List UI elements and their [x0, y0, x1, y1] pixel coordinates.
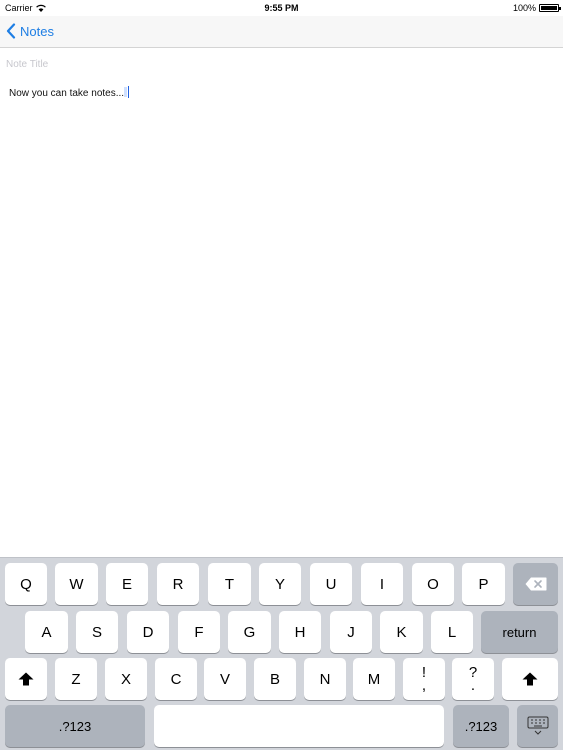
back-button[interactable]: Notes [6, 23, 54, 39]
key-l[interactable]: L [431, 611, 473, 653]
chevron-left-icon [6, 23, 16, 39]
status-bar: Carrier 9:55 PM 100% [0, 0, 563, 16]
shift-icon [522, 672, 538, 686]
key-k[interactable]: K [380, 611, 423, 653]
key-b[interactable]: B [254, 658, 296, 700]
key-h[interactable]: H [279, 611, 321, 653]
backspace-icon [525, 577, 547, 591]
key-q[interactable]: Q [5, 563, 47, 605]
note-body-textarea[interactable]: Now you can take notes.... [9, 86, 549, 99]
note-title-input[interactable] [6, 56, 546, 72]
punct-bottom-2: . [470, 677, 476, 694]
key-i[interactable]: I [361, 563, 403, 605]
key-o[interactable]: O [412, 563, 454, 605]
key-m[interactable]: M [353, 658, 395, 700]
key-g[interactable]: G [228, 611, 271, 653]
battery-percent: 100% [512, 3, 536, 13]
shift-key-right[interactable] [502, 658, 558, 700]
punct-stack-2: ? . [469, 665, 477, 694]
shift-icon [18, 672, 34, 686]
keyboard: Q W E R T Y U I O P A S D F G H J K L re… [0, 557, 563, 750]
key-f[interactable]: F [178, 611, 220, 653]
note-body-text: Now you can take notes.... [9, 88, 127, 99]
selection-highlight [123, 87, 127, 97]
key-question-period[interactable]: ? . [452, 658, 494, 700]
key-p[interactable]: P [462, 563, 505, 605]
key-v[interactable]: V [204, 658, 246, 700]
punct-stack-1: ! , [421, 665, 427, 694]
numbers-key-right[interactable]: .?123 [453, 705, 509, 747]
back-button-label: Notes [20, 23, 54, 39]
status-right: 100% [512, 3, 561, 13]
punct-bottom-1: , [421, 677, 427, 694]
battery-icon [539, 4, 561, 12]
key-s[interactable]: S [76, 611, 118, 653]
key-x[interactable]: X [105, 658, 147, 700]
key-d[interactable]: D [127, 611, 169, 653]
status-time: 9:55 PM [264, 3, 299, 13]
key-t[interactable]: T [208, 563, 251, 605]
space-key[interactable] [154, 705, 444, 747]
navigation-bar: Notes [0, 16, 563, 48]
key-n[interactable]: N [304, 658, 346, 700]
key-u[interactable]: U [310, 563, 352, 605]
dismiss-keyboard-key[interactable] [517, 705, 558, 747]
key-a[interactable]: A [25, 611, 68, 653]
key-r[interactable]: R [157, 563, 199, 605]
key-y[interactable]: Y [259, 563, 301, 605]
key-exclamation-comma[interactable]: ! , [403, 658, 445, 700]
key-z[interactable]: Z [55, 658, 97, 700]
keyboard-dismiss-icon [527, 716, 549, 736]
text-cursor [127, 86, 129, 98]
battery-fill [541, 6, 557, 10]
numbers-key-left[interactable]: .?123 [5, 705, 145, 747]
shift-key-left[interactable] [5, 658, 47, 700]
key-c[interactable]: C [155, 658, 197, 700]
key-w[interactable]: W [55, 563, 98, 605]
key-j[interactable]: J [330, 611, 372, 653]
backspace-key[interactable] [513, 563, 558, 605]
key-e[interactable]: E [106, 563, 148, 605]
return-key[interactable]: return [481, 611, 558, 653]
